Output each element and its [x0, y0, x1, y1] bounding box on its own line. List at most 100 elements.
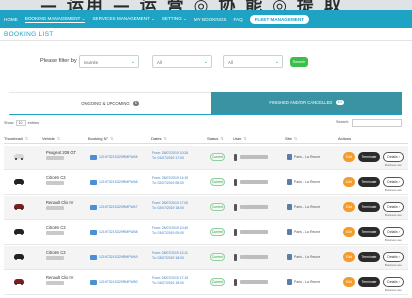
column-header[interactable]: Site ⇅	[285, 136, 297, 141]
edit-button[interactable]: Edit	[343, 152, 355, 162]
details-button[interactable]: Details ›	[383, 152, 404, 162]
user-icon	[234, 179, 237, 186]
page-title: BOOKING LIST	[4, 31, 54, 38]
booking-tabs: ONGOING & UPCOMING 6 FINISHED AND/OR CAN…	[9, 92, 402, 115]
booking-number[interactable]: 12197321S329RMFW47	[99, 205, 138, 209]
filter-select-period[interactable]: Iournée ⌄	[79, 55, 139, 68]
booking-dates: From: 28/07/2019 10:26 To: 01/07/2019 17:…	[152, 151, 188, 161]
nav-item-1[interactable]: Booking Management ⌄	[24, 16, 86, 23]
user-name	[240, 280, 268, 284]
table-row: Renault Clio IV 12197321S329RMFW50 From: 2…	[4, 271, 408, 295]
booking-number[interactable]: 12197321S329RMFW48	[99, 230, 138, 234]
user-name	[240, 205, 268, 209]
booking-number[interactable]: 12197321S329RMFW49	[99, 255, 138, 259]
terminate-button[interactable]: Terminate	[358, 252, 380, 262]
banner-text: — 运用 — 运 营 ◎ 协 能 ◎ 提 取	[40, 0, 343, 10]
table-row: Peugeot 208 GT 12197321S329RMFW45 From: 28…	[4, 146, 408, 170]
usage-note: Business use	[385, 263, 402, 267]
nav-item-4[interactable]: My Bookings	[194, 17, 227, 22]
booking-dates: From: 28/07/2019 12:11 To: 03/07/2019 18:…	[152, 251, 188, 261]
details-button[interactable]: Details ›	[383, 227, 404, 237]
user-name	[240, 230, 268, 234]
filter-label: Please filter by	[40, 58, 77, 64]
sort-icon[interactable]: ⇅	[294, 136, 297, 141]
terminate-button[interactable]: Terminate	[358, 227, 380, 237]
details-button[interactable]: Details ›	[383, 202, 404, 212]
user-name	[240, 255, 268, 259]
column-header-label: Actions	[338, 136, 352, 141]
filter-select-period-value: Iournée	[84, 60, 99, 65]
show-prefix: Show	[4, 121, 14, 125]
chevron-down-icon: ⌄	[130, 59, 135, 65]
column-header[interactable]: Status ⇅	[207, 136, 224, 141]
building-icon	[287, 179, 292, 185]
sort-icon[interactable]: ⇅	[110, 136, 113, 141]
top-banner: — 运用 — 运 营 ◎ 协 能 ◎ 提 取	[0, 0, 412, 10]
column-header[interactable]: Thumbnail ⇅	[4, 136, 28, 141]
terminate-button[interactable]: Terminate	[358, 202, 380, 212]
entries-control: Show 10 entries	[4, 120, 39, 126]
building-icon	[287, 204, 292, 210]
user-icon	[234, 204, 237, 211]
car-thumbnail	[14, 279, 24, 285]
column-header[interactable]: Actions	[338, 136, 351, 141]
date-to: To: 02/07/2019 18:00	[152, 206, 184, 210]
edit-button[interactable]: Edit	[343, 227, 355, 237]
edit-button[interactable]: Edit	[343, 202, 355, 212]
date-to: To: 03/07/2019 09:00	[152, 231, 184, 235]
booking-number[interactable]: 12197321S329RMFW50	[99, 280, 138, 284]
tab-ongoing-count: 6	[132, 101, 139, 107]
site-name: Paris - La Reune	[294, 280, 321, 284]
column-header[interactable]: Booking N° ⇅	[88, 136, 113, 141]
terminate-button[interactable]: Terminate	[358, 177, 380, 187]
search-button[interactable]: Search	[290, 57, 308, 67]
sort-icon[interactable]: ⇅	[163, 136, 166, 141]
details-button[interactable]: Details ›	[383, 177, 404, 187]
terminate-button[interactable]: Terminate	[358, 277, 380, 287]
date-to: To: 02/07/2019 08:00	[152, 181, 184, 185]
tab-finished[interactable]: FINISHED AND/OR CANCELLED 10	[211, 92, 402, 114]
show-suffix: entries	[27, 121, 40, 125]
column-header[interactable]: Vehicle ⇅	[42, 136, 60, 141]
sort-icon[interactable]: ⇅	[220, 136, 223, 141]
terminate-button[interactable]: Terminate	[358, 152, 380, 162]
edit-button[interactable]: Edit	[343, 177, 355, 187]
vehicle-name: Citroën C3	[46, 225, 66, 230]
filter-select-status-value: All	[157, 60, 162, 65]
filter-bar: Please filter by Iournée ⌄ All ⌄ All ⌄ S…	[0, 55, 412, 69]
details-button[interactable]: Details ›	[383, 252, 404, 262]
building-icon	[287, 254, 292, 260]
booking-number[interactable]: 12197321S329RMFW45	[99, 155, 138, 159]
sort-icon[interactable]: ⇅	[57, 136, 60, 141]
usage-note: Business use	[385, 288, 402, 292]
filter-select-status[interactable]: All ⌄	[152, 55, 212, 68]
car-thumbnail	[14, 154, 24, 160]
booking-icon	[90, 280, 97, 285]
booking-number[interactable]: 12197321S329RMFW46	[99, 180, 138, 184]
nav-item-6[interactable]: Fleet Management	[249, 14, 309, 24]
entries-select[interactable]: 10	[15, 120, 26, 126]
nav-item-5[interactable]: FAQ	[234, 17, 243, 22]
sort-icon[interactable]: ⇅	[243, 136, 246, 141]
tab-ongoing[interactable]: ONGOING & UPCOMING 6	[9, 92, 211, 114]
nav-item-2[interactable]: Services Management ⌄	[92, 16, 154, 22]
status-badge: Current	[210, 153, 225, 161]
edit-button[interactable]: Edit	[343, 277, 355, 287]
nav-item-3[interactable]: Setting ⌄	[162, 16, 187, 22]
edit-button[interactable]: Edit	[343, 252, 355, 262]
sort-icon[interactable]: ⇅	[25, 136, 28, 141]
car-thumbnail	[14, 204, 24, 210]
status-badge: Current	[210, 203, 225, 211]
details-button[interactable]: Details ›	[383, 277, 404, 287]
tab-finished-count: 10	[335, 100, 344, 106]
column-header[interactable]: Dates ⇅	[151, 136, 167, 141]
booking-dates: From: 28/07/2019 10:40 To: 03/07/2019 09:…	[152, 226, 188, 236]
table-search-input[interactable]	[352, 119, 402, 127]
nav-item-0[interactable]: Home	[4, 17, 18, 22]
column-header[interactable]: User ⇅	[233, 136, 247, 141]
filter-select-site[interactable]: All ⌄	[223, 55, 283, 68]
user-name	[240, 180, 268, 184]
tab-finished-label: FINISHED AND/OR CANCELLED	[269, 100, 333, 105]
date-to: To: 01/07/2019 17:00	[152, 156, 184, 160]
site-name: Paris - La Reune	[294, 230, 321, 234]
